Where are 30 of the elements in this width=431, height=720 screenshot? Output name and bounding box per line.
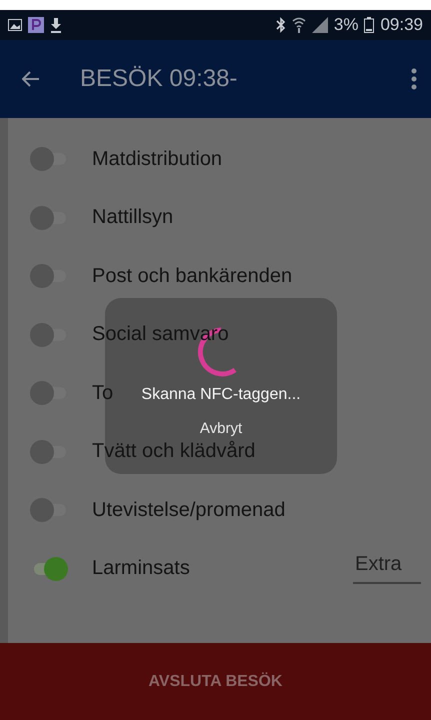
service-label: Larminsats <box>92 557 190 580</box>
wifi-icon <box>292 17 306 33</box>
dialog-message: Skanna NFC-taggen... <box>141 386 301 404</box>
overflow-menu-icon[interactable] <box>411 68 417 90</box>
app-icon <box>28 17 44 33</box>
end-visit-button[interactable]: AVSLUTA BESÖK <box>0 643 431 720</box>
image-icon <box>8 19 22 31</box>
service-label: Nattillsyn <box>92 206 174 230</box>
back-arrow-icon[interactable] <box>22 71 40 87</box>
download-icon <box>50 18 62 32</box>
toggle-switch[interactable] <box>30 264 68 288</box>
status-time: 09:39 <box>380 15 423 35</box>
service-label: Matdistribution <box>92 148 222 171</box>
type-field[interactable]: Extra <box>353 553 421 584</box>
toggle-switch[interactable] <box>30 322 68 347</box>
battery-icon <box>364 17 374 33</box>
cancel-button[interactable]: Avbryt <box>196 418 246 439</box>
screen-title: BESÖK 09:38- <box>80 65 238 93</box>
signal-icon <box>312 17 328 33</box>
toggle-switch[interactable] <box>30 206 68 230</box>
toggle-switch[interactable] <box>30 147 68 172</box>
service-label: Tvätt och klädvård <box>92 440 256 464</box>
service-label: Utevistelse/promenad <box>92 498 286 522</box>
battery-percent: 3% <box>334 15 358 35</box>
toggle-switch[interactable] <box>30 381 68 406</box>
service-label: Post och bankärenden <box>92 264 292 288</box>
toggle-switch[interactable] <box>30 498 68 522</box>
toggle-switch[interactable] <box>30 440 68 464</box>
bluetooth-icon <box>276 17 286 33</box>
service-label: To <box>92 382 114 405</box>
